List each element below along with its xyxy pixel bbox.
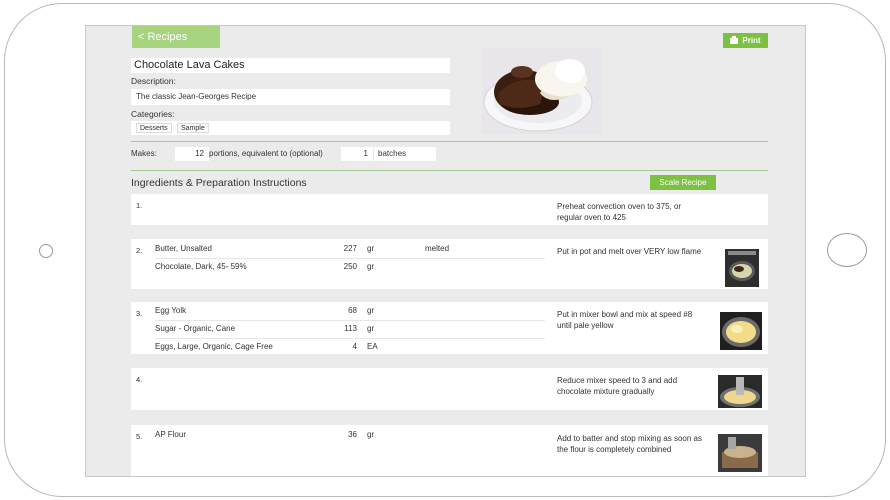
section-title: Ingredients & Preparation Instructions bbox=[131, 177, 307, 189]
step-instruction[interactable]: Put in pot and melt over VERY low flame bbox=[557, 246, 707, 257]
step-photo[interactable] bbox=[725, 249, 759, 287]
step-photo[interactable] bbox=[718, 434, 762, 472]
category-tag-sample[interactable]: Sample bbox=[177, 123, 209, 133]
recipe-screen: < Recipes Print Chocolate Lava Cakes Des… bbox=[85, 25, 806, 477]
ingredient-note: melted bbox=[425, 244, 450, 253]
step-row[interactable]: 1. Preheat convection oven to 375, or re… bbox=[131, 194, 768, 225]
ingredient-unit: gr bbox=[367, 262, 375, 271]
print-label: Print bbox=[742, 36, 761, 45]
home-button[interactable] bbox=[827, 233, 867, 267]
step-number: 1. bbox=[136, 201, 143, 210]
scale-recipe-button[interactable]: Scale Recipe bbox=[650, 175, 716, 190]
camera-icon bbox=[39, 244, 53, 258]
batches-unit-field[interactable]: batches bbox=[374, 147, 436, 161]
ingredient-name: Chocolate, Dark, 45- 59% bbox=[155, 262, 247, 271]
step-row[interactable]: 5. AP Flour 36 gr Add to batter and stop… bbox=[131, 425, 768, 476]
step-number: 4. bbox=[136, 375, 143, 384]
description-input[interactable]: The classic Jean-Georges Recipe bbox=[131, 89, 450, 105]
step-instruction[interactable]: Preheat convection oven to 375, or regul… bbox=[557, 201, 707, 223]
printer-icon bbox=[730, 36, 739, 44]
step-photo[interactable] bbox=[718, 375, 762, 408]
ingredient-row[interactable]: Sugar - Organic, Cane 113 gr bbox=[155, 321, 545, 339]
step-number: 5. bbox=[136, 432, 143, 441]
categories-label: Categories: bbox=[131, 109, 175, 119]
step-row[interactable]: 4. Reduce mixer speed to 3 and add choco… bbox=[131, 368, 768, 410]
divider-line bbox=[131, 170, 768, 171]
ingredient-quantity: 227 bbox=[343, 244, 357, 253]
recipe-title-input[interactable]: Chocolate Lava Cakes bbox=[131, 58, 450, 73]
ingredient-row[interactable]: Egg Yolk 68 gr bbox=[155, 303, 545, 321]
step-photo[interactable] bbox=[720, 312, 762, 350]
ingredient-unit: gr bbox=[367, 306, 375, 315]
step-number: 3. bbox=[136, 309, 143, 318]
ingredient-quantity: 250 bbox=[343, 262, 357, 271]
ingredient-name: Egg Yolk bbox=[155, 306, 187, 315]
step-row[interactable]: 2. Butter, Unsalted 227 gr melted Chocol… bbox=[131, 239, 768, 289]
ingredient-unit: gr bbox=[367, 324, 375, 333]
divider-line bbox=[131, 141, 768, 142]
description-label: Description: bbox=[131, 76, 176, 86]
step-instruction[interactable]: Reduce mixer speed to 3 and add chocolat… bbox=[557, 375, 707, 397]
ingredient-name: Eggs, Large, Organic, Cage Free bbox=[155, 342, 273, 351]
step-row[interactable]: 3. Egg Yolk 68 gr Sugar - Organic, Cane … bbox=[131, 302, 768, 354]
ingredient-quantity: 68 bbox=[348, 306, 357, 315]
step-instruction[interactable]: Put in mixer bowl and mix at speed #8 un… bbox=[557, 309, 707, 331]
ingredient-quantity: 4 bbox=[352, 342, 357, 351]
recipe-photo[interactable] bbox=[482, 48, 601, 134]
ingredient-row[interactable]: Eggs, Large, Organic, Cage Free 4 EA bbox=[155, 339, 545, 357]
print-button[interactable]: Print bbox=[723, 33, 768, 48]
ingredient-unit: gr bbox=[367, 244, 375, 253]
category-tag-desserts[interactable]: Desserts bbox=[136, 123, 172, 133]
categories-field[interactable]: Desserts Sample bbox=[131, 121, 450, 135]
back-to-recipes-button[interactable]: < Recipes bbox=[132, 26, 220, 48]
ingredient-name: Sugar - Organic, Cane bbox=[155, 324, 236, 333]
ingredient-row[interactable]: Chocolate, Dark, 45- 59% 250 gr bbox=[155, 259, 545, 277]
makes-label: Makes: bbox=[131, 149, 157, 158]
step-number: 2. bbox=[136, 246, 143, 255]
ingredient-row[interactable]: Butter, Unsalted 227 gr melted bbox=[155, 241, 545, 259]
ingredient-row[interactable]: AP Flour 36 gr bbox=[155, 427, 545, 445]
ingredient-unit: EA bbox=[367, 342, 378, 351]
ingredient-quantity: 113 bbox=[344, 324, 357, 333]
batches-input[interactable]: 1 bbox=[341, 147, 373, 161]
ingredient-name: AP Flour bbox=[155, 430, 186, 439]
portions-text: portions, equivalent to (optional) bbox=[209, 149, 323, 158]
portions-input[interactable]: 12 bbox=[175, 147, 209, 161]
ingredient-unit: gr bbox=[367, 430, 375, 439]
ingredient-name: Butter, Unsalted bbox=[155, 244, 212, 253]
step-instruction[interactable]: Add to batter and stop mixing as soon as… bbox=[557, 433, 707, 455]
ingredient-quantity: 36 bbox=[348, 430, 357, 439]
